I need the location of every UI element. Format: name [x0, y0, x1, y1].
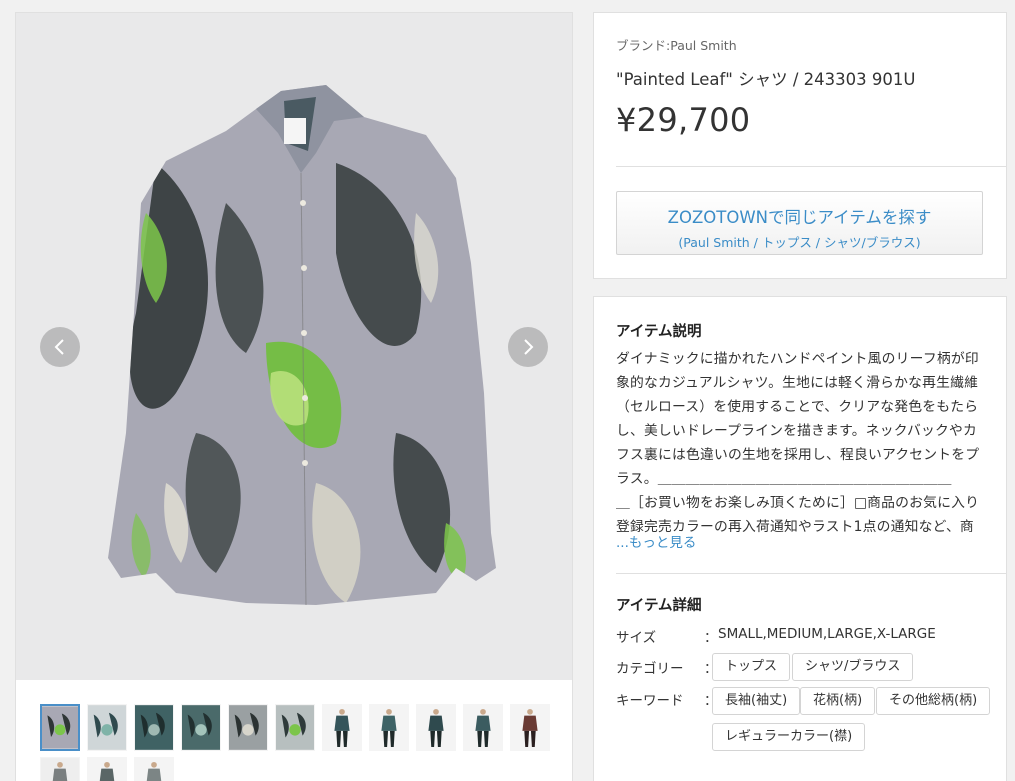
- divider: [616, 573, 1006, 574]
- description-line: 象的なカジュアルシャツ。生地には軽く滑らかな再生繊維: [616, 375, 979, 391]
- thumbnail-7[interactable]: [322, 704, 362, 751]
- thumbnail-13[interactable]: [87, 757, 127, 781]
- thumbnail-6[interactable]: [275, 704, 315, 751]
- keyword-tag-floral[interactable]: 花柄(柄): [800, 687, 876, 715]
- zozotown-search-button[interactable]: ZOZOTOWNで同じアイテムを探す (Paul Smith / トップス / …: [616, 191, 983, 255]
- description-line: フス裏には色違いの生地を採用し、程良いアクセントをプ: [616, 447, 980, 463]
- keyword-tag-long-sleeve[interactable]: 長袖(袖丈): [712, 687, 801, 715]
- thumbnail-8[interactable]: [369, 704, 409, 751]
- thumbnail-3[interactable]: [134, 704, 174, 751]
- size-value: SMALL,MEDIUM,LARGE,X-LARGE: [718, 626, 936, 642]
- keyword-label: キーワード: [616, 693, 684, 709]
- category-tag-tops[interactable]: トップス: [712, 653, 791, 681]
- keyword-tag-regular-collar[interactable]: レギュラーカラー(襟): [712, 723, 866, 751]
- chevron-right-icon: [524, 339, 534, 355]
- chevron-left-icon: [54, 339, 64, 355]
- brand-label: ブランド:Paul Smith: [616, 38, 737, 53]
- zozotown-button-label: ZOZOTOWNで同じアイテムを探す: [667, 208, 932, 227]
- product-page: ブランド:Paul Smith "Painted Leaf" シャツ / 243…: [0, 0, 1015, 781]
- main-product-image[interactable]: [16, 13, 572, 680]
- thumbnail-strip: [40, 704, 560, 781]
- zozotown-button-sublabel: (Paul Smith / トップス / シャツ/ブラウス): [678, 235, 921, 250]
- thumbnail-10[interactable]: [463, 704, 503, 751]
- colon: ：: [704, 630, 718, 646]
- product-title: "Painted Leaf" シャツ / 243303 901U: [616, 70, 916, 89]
- show-more-link[interactable]: ...もっと見る: [616, 531, 696, 551]
- thumbnail-9[interactable]: [416, 704, 456, 751]
- product-price: ¥29,700: [616, 101, 751, 139]
- thumbnail-11[interactable]: [510, 704, 550, 751]
- product-summary-panel: ブランド:Paul Smith "Painted Leaf" シャツ / 243…: [593, 12, 1007, 279]
- description-line: ラス。＿＿＿＿＿＿＿＿＿＿＿＿＿＿＿＿＿＿＿＿＿: [616, 471, 952, 487]
- prev-image-button[interactable]: [40, 327, 80, 367]
- keyword-tag-all-over-pattern[interactable]: その他総柄(柄): [876, 687, 991, 715]
- details-heading: アイテム詳細: [616, 598, 702, 614]
- image-gallery: [15, 12, 573, 781]
- thumbnail-12[interactable]: [40, 757, 80, 781]
- next-image-button[interactable]: [508, 327, 548, 367]
- size-label: サイズ: [616, 630, 657, 646]
- thumbnail-2[interactable]: [87, 704, 127, 751]
- thumbnail-14[interactable]: [134, 757, 174, 781]
- thumbnail-1[interactable]: [40, 704, 80, 751]
- description-line: （セルロース）を使用することで、クリアな発色をもたら: [616, 399, 979, 415]
- item-info-panel: アイテム説明 ダイナミックに描かれたハンドペイント風のリーフ柄が印 象的なカジュ…: [593, 296, 1007, 781]
- description-line: ＿［お買い物をお楽しみ頂くために］□商品のお気に入り: [616, 495, 980, 511]
- description-line: し、美しいドレープラインを描きます。ネックバックやカ: [616, 423, 978, 439]
- category-label: カテゴリー: [616, 661, 684, 677]
- description-text: ダイナミックに描かれたハンドペイント風のリーフ柄が印 象的なカジュアルシャツ。生…: [616, 347, 986, 539]
- divider: [616, 166, 1006, 167]
- thumbnail-4[interactable]: [181, 704, 221, 751]
- thumbnail-5[interactable]: [228, 704, 268, 751]
- description-heading: アイテム説明: [616, 324, 702, 340]
- description-line: ダイナミックに描かれたハンドペイント風のリーフ柄が印: [616, 351, 979, 367]
- category-tag-shirts[interactable]: シャツ/ブラウス: [792, 653, 914, 681]
